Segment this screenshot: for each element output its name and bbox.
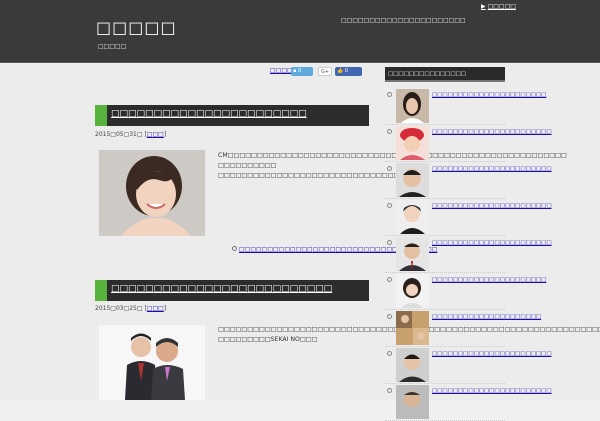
- sidebar-thumbnail[interactable]: [396, 274, 429, 308]
- sidebar-item-title[interactable]: □□□□□□□□□□□□□□□□□□□□□□: [432, 91, 546, 99]
- triangle-right-icon: ▶: [481, 3, 486, 10]
- header-top-link-label: □□□□□: [487, 3, 516, 10]
- post-date: 2015□05□31□ [□□□]: [95, 131, 166, 138]
- circle-bullet-icon: [387, 129, 392, 134]
- circle-bullet-icon: [387, 388, 392, 393]
- sidebar-item-title[interactable]: □□□□□□□□□□□□□□□□□□□□□□□: [432, 165, 552, 173]
- sidebar-item-title[interactable]: □□□□□□□□□□□□□□□□□□□□□: [432, 313, 541, 321]
- sidebar-thumbnail[interactable]: [396, 126, 429, 160]
- sidebar-thumbnail[interactable]: [396, 348, 429, 382]
- site-description: □□□□□: [98, 43, 127, 50]
- twitter-share-button[interactable]: ▪ 0: [291, 67, 313, 76]
- sidebar-item-title[interactable]: □□□□□□□□□□□□□□□□□□□□□□□: [432, 387, 552, 395]
- post-thumbnail-woman[interactable]: [99, 150, 205, 236]
- facebook-like-count: 0: [344, 68, 349, 74]
- sidebar-thumbnail[interactable]: [396, 89, 429, 123]
- post-title-bar: □□□□□□□□□□□□□□□□□□□□□□□: [95, 105, 369, 126]
- sidebar-item[interactable]: □□□□□□□□□□□□□□□□□□□□□□□: [385, 162, 552, 199]
- post-title-bar: □□□□□□□□□□□□□□□□□□□□□□□□□□: [95, 280, 369, 301]
- sidebar-item-title[interactable]: □□□□□□□□□□□□□□□□□□□□□□: [432, 276, 546, 284]
- site-title[interactable]: □□□□□: [96, 18, 177, 37]
- post-date-end: ]: [163, 131, 167, 138]
- circle-bullet-icon: [232, 246, 237, 251]
- sidebar-item[interactable]: □□□□□□□□□□□□□□□□□□□□□□: [385, 273, 546, 310]
- circle-bullet-icon: [387, 277, 392, 282]
- share-label[interactable]: □□□□: [270, 67, 293, 77]
- sidebar-item[interactable]: □□□□□□□□□□□□□□□□□□□□□□: [385, 88, 546, 125]
- sidebar-item-title[interactable]: □□□□□□□□□□□□□□□□□□□□□□□: [432, 350, 552, 358]
- post-category-link[interactable]: □□□: [147, 305, 164, 312]
- post-date: 2015□03□25□ [□□□]: [95, 305, 166, 312]
- site-header: □□□□□ □□□□□ □□□□□□□□□□□□□□□□□□□□□□ ▶ □□□□…: [0, 0, 600, 63]
- sidebar-item[interactable]: □□□□□□□□□□□□□□□□□□□□□□□: [385, 199, 552, 236]
- circle-bullet-icon: [387, 240, 392, 245]
- circle-bullet-icon: [387, 92, 392, 97]
- header-top-link[interactable]: ▶ □□□□□: [481, 3, 516, 10]
- sidebar-thumbnail[interactable]: [396, 200, 429, 234]
- sidebar-item[interactable]: □□□□□□□□□□□□□□□□□□□□□□□: [385, 347, 552, 384]
- sidebar-item-title[interactable]: □□□□□□□□□□□□□□□□□□□□□□□: [432, 239, 552, 247]
- twitter-count: 0: [297, 68, 302, 74]
- header-tagline: □□□□□□□□□□□□□□□□□□□□□□: [341, 17, 466, 24]
- circle-bullet-icon: [387, 314, 392, 319]
- post-date-text: 2015□03□25□ [: [95, 305, 147, 312]
- post-date-end: ]: [163, 305, 167, 312]
- sidebar-item-title[interactable]: □□□□□□□□□□□□□□□□□□□□□□□: [432, 128, 552, 136]
- post-title-link[interactable]: □□□□□□□□□□□□□□□□□□□□□□□: [111, 109, 307, 119]
- sidebar-heading: □□□□□□□□□□□□□□□: [385, 67, 505, 82]
- circle-bullet-icon: [387, 166, 392, 171]
- facebook-like-button[interactable]: 👍 0: [335, 67, 362, 76]
- post-thumbnail-duo[interactable]: [99, 325, 205, 400]
- sidebar-item[interactable]: □□□□□□□□□□□□□□□□□□□□□□□: [385, 236, 552, 273]
- sidebar-thumbnail[interactable]: [396, 311, 429, 345]
- sidebar-item-title[interactable]: □□□□□□□□□□□□□□□□□□□□□□□: [432, 202, 552, 210]
- gplus-button[interactable]: G+: [318, 67, 332, 76]
- post-title-link[interactable]: □□□□□□□□□□□□□□□□□□□□□□□□□□: [111, 284, 332, 294]
- sidebar-thumbnail[interactable]: [396, 237, 429, 271]
- sidebar-item[interactable]: □□□□□□□□□□□□□□□□□□□□□□□: [385, 384, 552, 421]
- post-category-link[interactable]: □□□: [147, 131, 164, 138]
- sidebar-item[interactable]: □□□□□□□□□□□□□□□□□□□□□: [385, 310, 541, 347]
- circle-bullet-icon: [387, 203, 392, 208]
- twitter-icon: ▪: [293, 68, 297, 74]
- thumbs-up-icon: 👍: [337, 68, 344, 74]
- circle-bullet-icon: [387, 351, 392, 356]
- sidebar-thumbnail[interactable]: [396, 163, 429, 197]
- sidebar-item[interactable]: □□□□□□□□□□□□□□□□□□□□□□□: [385, 125, 552, 162]
- post-excerpt: □□□□□□□□□□□□□□□□□□□□□□□□□□□□□□□□□□□□□□□□…: [218, 326, 600, 343]
- post-excerpt: CM□□□□□□□□□□□□□□□□□□□□□□□□□□□□□□□□□□□□□□…: [218, 152, 567, 179]
- sidebar-thumbnail[interactable]: [396, 385, 429, 419]
- post-date-text: 2015□05□31□ [: [95, 131, 147, 138]
